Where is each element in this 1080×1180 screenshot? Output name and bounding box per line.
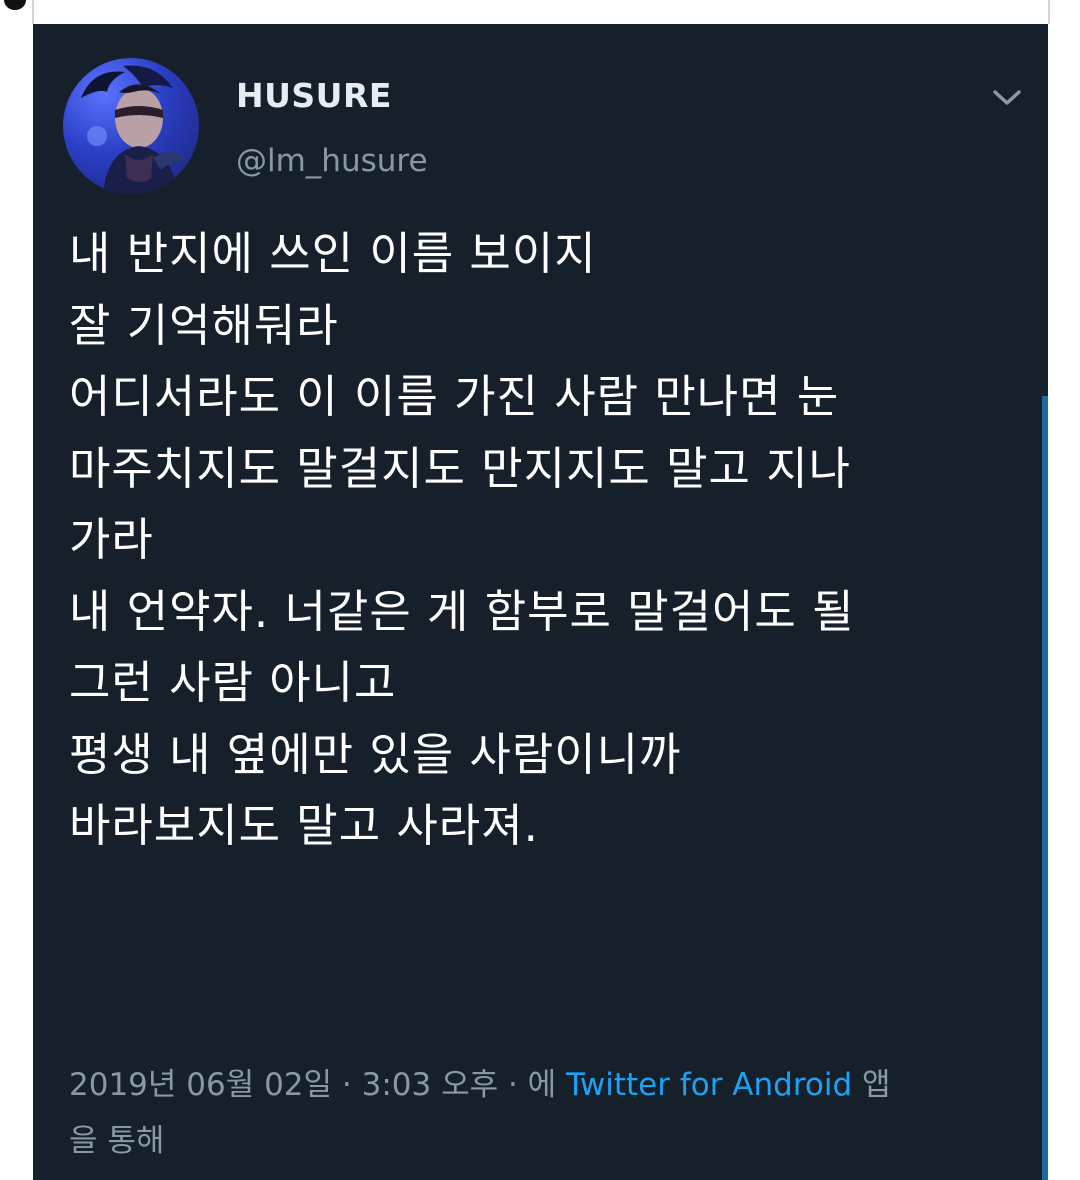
avatar[interactable]	[63, 58, 199, 194]
top-strip	[0, 0, 1080, 24]
via-suffix-2: 을 통해	[69, 1123, 165, 1159]
tweet-timestamp: 2019년 06월 02일 · 3:03 오후 · 에	[69, 1067, 557, 1103]
tweet-text-line: 내 언약자. 너같은 게 함부로 말걸어도 될	[69, 584, 855, 638]
via-suffix: 앱	[862, 1067, 891, 1103]
user-handle[interactable]: @lm_husure	[236, 143, 428, 179]
chevron-down-icon[interactable]	[989, 86, 1025, 110]
cropped-card-edge	[32, 0, 1050, 24]
tweet-card: HUSURE @lm_husure 내 반지에 쓰인 이름 보이지 잘 기억해둬…	[33, 24, 1048, 1180]
tweet-text: 내 반지에 쓰인 이름 보이지 잘 기억해둬라 어디서라도 이 이름 가진 사람…	[69, 218, 1029, 862]
source-app-link[interactable]: Twitter for Android	[566, 1067, 852, 1103]
tweet-text-line: 어디서라도 이 이름 가진 사람 만나면 눈	[69, 370, 840, 423]
tweet-text-line: 그런 사람 아니고	[69, 656, 397, 709]
tweet-text-line: 잘 기억해둬라	[69, 298, 339, 352]
tweet-text-line: 마주치지도 말걸지도 만지지도 말고 지나	[69, 441, 852, 495]
display-name[interactable]: HUSURE	[236, 76, 392, 115]
avatar-image	[81, 65, 187, 194]
tweet-text-line: 평생 내 옆에만 있을 사람이니까	[69, 727, 682, 781]
cropped-fragment	[4, 0, 26, 10]
tweet-text-line: 바라보지도 말고 사라져.	[69, 799, 539, 852]
tweet-text-line: 가라	[69, 513, 154, 566]
tweet-text-line: 내 반지에 쓰인 이름 보이지	[69, 227, 597, 280]
tweet-meta: 2019년 06월 02일 · 3:03 오후 · 에 Twitter for …	[69, 1057, 1029, 1169]
scrollbar[interactable]	[1042, 396, 1048, 1180]
